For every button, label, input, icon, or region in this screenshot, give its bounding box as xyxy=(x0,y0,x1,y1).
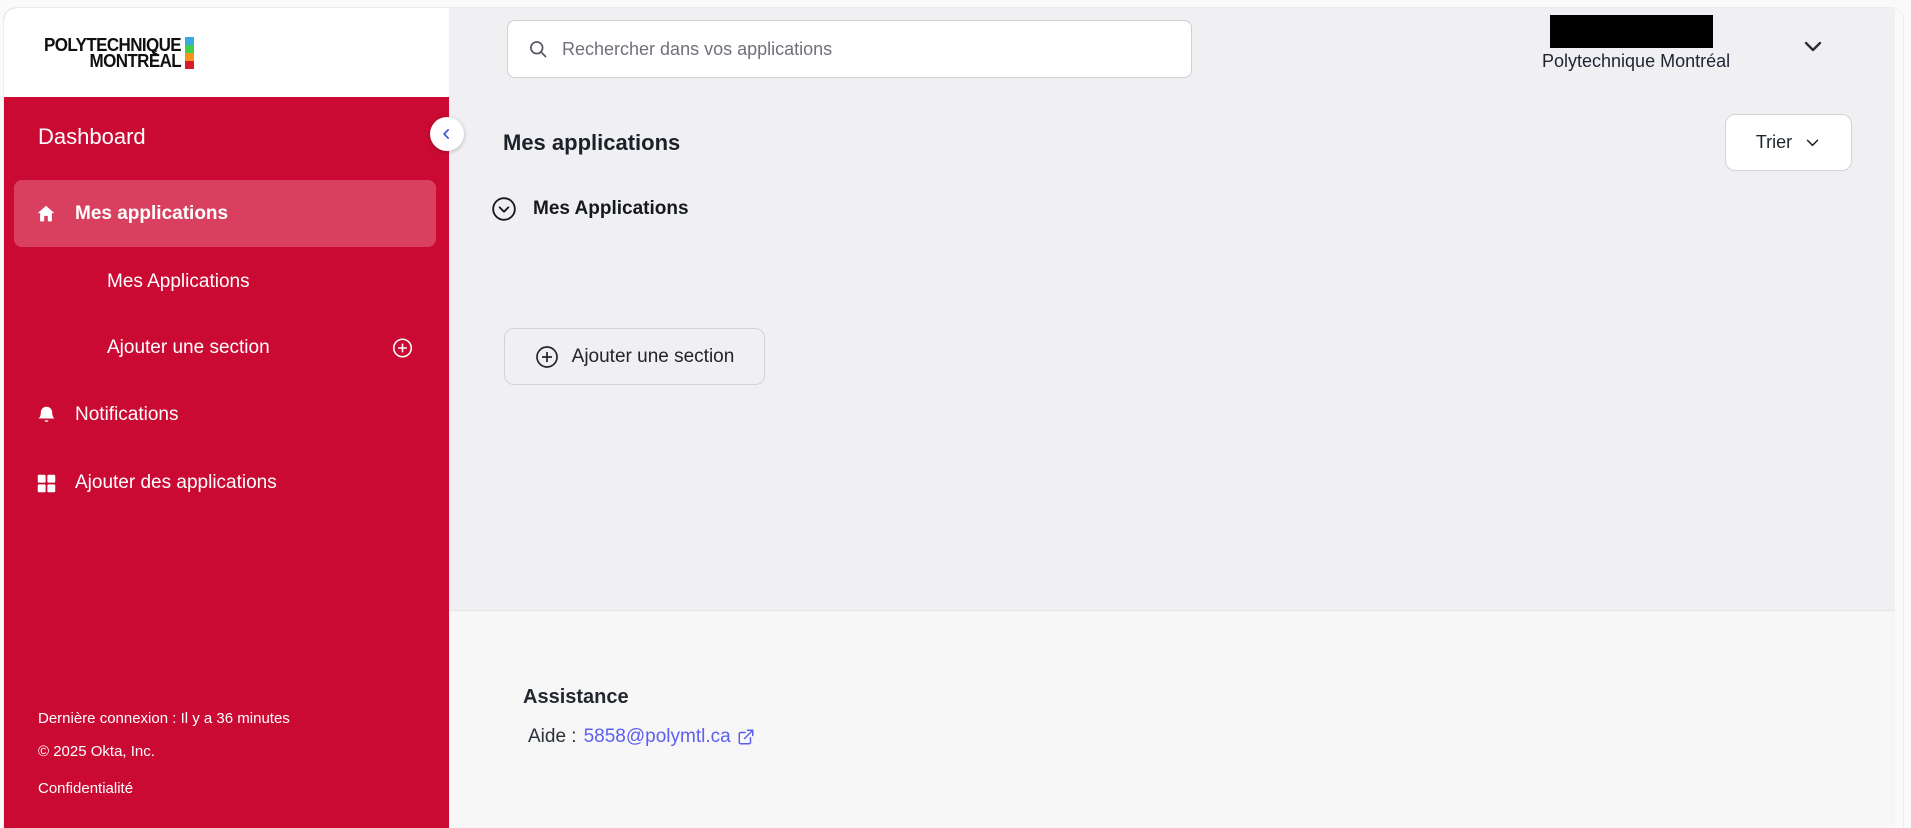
logo-wordmark: POLYTECHNIQUE MONTRÉAL xyxy=(44,35,182,70)
last-connection-text: Dernière connexion : Il y a 36 minutes xyxy=(38,710,290,727)
chevron-down-icon[interactable] xyxy=(1801,34,1825,58)
logo-color-squares xyxy=(185,36,195,69)
sidebar-item-label: Ajouter des applications xyxy=(75,472,277,493)
chevron-down-icon xyxy=(1804,134,1821,151)
help-prefix: Aide : xyxy=(528,726,577,747)
bell-icon xyxy=(35,404,57,426)
sidebar-subitem-ajouter-une-section[interactable]: Ajouter une section xyxy=(4,328,449,368)
sidebar-item-label: Mes applications xyxy=(75,202,229,224)
privacy-link[interactable]: Confidentialité xyxy=(38,780,133,797)
sidebar-item-ajouter-des-applications[interactable]: Ajouter des applications xyxy=(4,463,449,503)
page-title: Mes applications xyxy=(503,130,681,155)
home-icon xyxy=(35,203,57,225)
add-section-button[interactable]: Ajouter une section xyxy=(504,328,765,385)
plus-circle-icon xyxy=(535,345,559,369)
search-box[interactable] xyxy=(507,20,1192,78)
assistance-line: Aide : 5858@polymtl.ca xyxy=(528,726,755,748)
help-email: 5858@polymtl.ca xyxy=(583,726,731,747)
chevron-left-icon xyxy=(440,127,454,141)
search-input[interactable] xyxy=(562,38,1142,60)
sidebar-subitem-label: Ajouter une section xyxy=(107,337,270,358)
search-icon xyxy=(528,39,548,59)
sidebar-item-label: Notifications xyxy=(75,404,179,425)
section-title: Mes Applications xyxy=(533,198,689,219)
section-mes-applications[interactable]: Mes Applications xyxy=(491,196,689,222)
sidebar-item-notifications[interactable]: Notifications xyxy=(4,395,449,435)
sidebar-subitem-label: Mes Applications xyxy=(107,271,250,292)
help-email-link[interactable]: 5858@polymtl.ca xyxy=(584,726,755,748)
assistance-band xyxy=(449,610,1903,828)
external-link-icon xyxy=(737,728,755,746)
user-menu[interactable]: Polytechnique Montréal xyxy=(1542,15,1730,72)
sidebar-title: Dashboard xyxy=(38,124,146,149)
sidebar-item-mes-applications[interactable]: Mes applications xyxy=(14,180,436,247)
app-window: POLYTECHNIQUE MONTRÉAL Dashboard Mes app… xyxy=(4,8,1903,828)
collapse-section-icon[interactable] xyxy=(491,196,517,222)
sidebar-collapse-button[interactable] xyxy=(430,117,464,151)
sidebar: POLYTECHNIQUE MONTRÉAL Dashboard Mes app… xyxy=(4,8,449,828)
add-section-label: Ajouter une section xyxy=(571,345,735,367)
apps-grid-icon xyxy=(35,472,57,494)
sidebar-subitem-mes-applications[interactable]: Mes Applications xyxy=(4,262,449,302)
main-content: Polytechnique Montréal Mes applications … xyxy=(449,8,1903,828)
polytechnique-logo: POLYTECHNIQUE MONTRÉAL xyxy=(44,35,195,70)
sort-button-label: Trier xyxy=(1755,132,1793,152)
org-name: Polytechnique Montréal xyxy=(1542,51,1731,71)
assistance-title: Assistance xyxy=(523,686,629,708)
sort-button[interactable]: Trier xyxy=(1725,114,1852,171)
logo-area: POLYTECHNIQUE MONTRÉAL xyxy=(4,8,449,97)
user-name-redacted xyxy=(1550,15,1713,48)
plus-circle-icon[interactable] xyxy=(392,338,413,359)
copyright-text: © 2025 Okta, Inc. xyxy=(38,743,155,760)
right-edge-strip xyxy=(1895,8,1903,828)
